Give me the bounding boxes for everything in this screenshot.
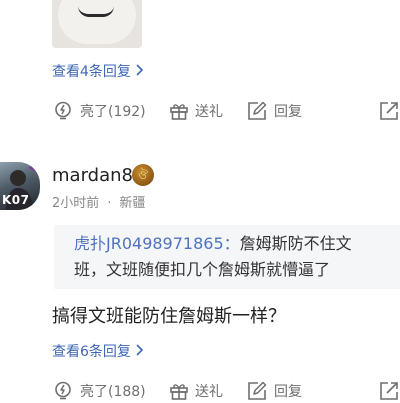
- like-count: 亮了(192): [80, 104, 146, 120]
- quote-text-1: 詹姆斯防不住文: [239, 234, 352, 253]
- chevron-right-icon: [135, 343, 144, 361]
- gift-icon: [169, 101, 195, 121]
- username[interactable]: mardan8: [52, 165, 133, 186]
- gift-icon: [169, 381, 195, 401]
- lightbulb-icon: [52, 380, 80, 402]
- quote-line-1: 虎扑JR0498971865：詹姆斯防不住文: [74, 233, 352, 255]
- reply-button[interactable]: 回复: [246, 99, 302, 123]
- reply-label: 回复: [274, 104, 302, 120]
- comment-text: 搞得文班能防住詹姆斯一样？: [52, 306, 286, 327]
- lightbulb-icon: [52, 100, 80, 122]
- share-icon: [378, 100, 400, 122]
- gift-button[interactable]: 送礼: [169, 99, 223, 123]
- share-button[interactable]: [378, 99, 400, 123]
- gift-button-2[interactable]: 送礼: [169, 379, 223, 403]
- view-replies-link-2[interactable]: 查看6条回复: [52, 343, 144, 361]
- share-icon: [378, 380, 400, 402]
- meta-separator: ·: [107, 196, 112, 211]
- badge-glyph: ঔ: [138, 168, 148, 182]
- quote-line-2: 班，文班随便扣几个詹姆斯就懵逼了: [74, 260, 331, 279]
- like-button[interactable]: 亮了(192): [52, 99, 146, 123]
- avatar[interactable]: K07: [0, 162, 40, 210]
- user-badge-icon[interactable]: ঔ: [132, 164, 154, 186]
- comment-time: 2小时前: [52, 196, 100, 211]
- view-replies-label: 查看4条回复: [52, 64, 131, 80]
- view-replies-link[interactable]: 查看4条回复: [52, 63, 144, 81]
- like-count-2: 亮了(188): [80, 384, 146, 400]
- edit-icon: [246, 100, 274, 122]
- sunglasses-face-icon: [58, 0, 136, 44]
- comment-image[interactable]: [52, 0, 142, 48]
- view-replies-label-2: 查看6条回复: [52, 344, 131, 360]
- like-button-2[interactable]: 亮了(188): [52, 379, 146, 403]
- quoted-username[interactable]: 虎扑JR0498971865：: [74, 234, 240, 253]
- gift-label: 送礼: [195, 104, 223, 120]
- edit-icon: [246, 380, 274, 402]
- action-bar: 亮了(192) 送礼 回复: [0, 99, 400, 123]
- avatar-text: K07: [2, 193, 30, 207]
- comment-meta: 2小时前 · 新疆: [52, 192, 145, 211]
- mouth: [78, 6, 114, 17]
- comment-location: 新疆: [119, 196, 146, 211]
- action-bar-2: 亮了(188) 送礼 回复: [0, 379, 400, 403]
- chevron-right-icon: [135, 63, 144, 81]
- quoted-comment[interactable]: 虎扑JR0498971865：詹姆斯防不住文 班，文班随便扣几个詹姆斯就懵逼了: [54, 225, 400, 289]
- share-button-2[interactable]: [378, 379, 400, 403]
- reply-button-2[interactable]: 回复: [246, 379, 302, 403]
- gift-label-2: 送礼: [195, 384, 223, 400]
- reply-label-2: 回复: [274, 384, 302, 400]
